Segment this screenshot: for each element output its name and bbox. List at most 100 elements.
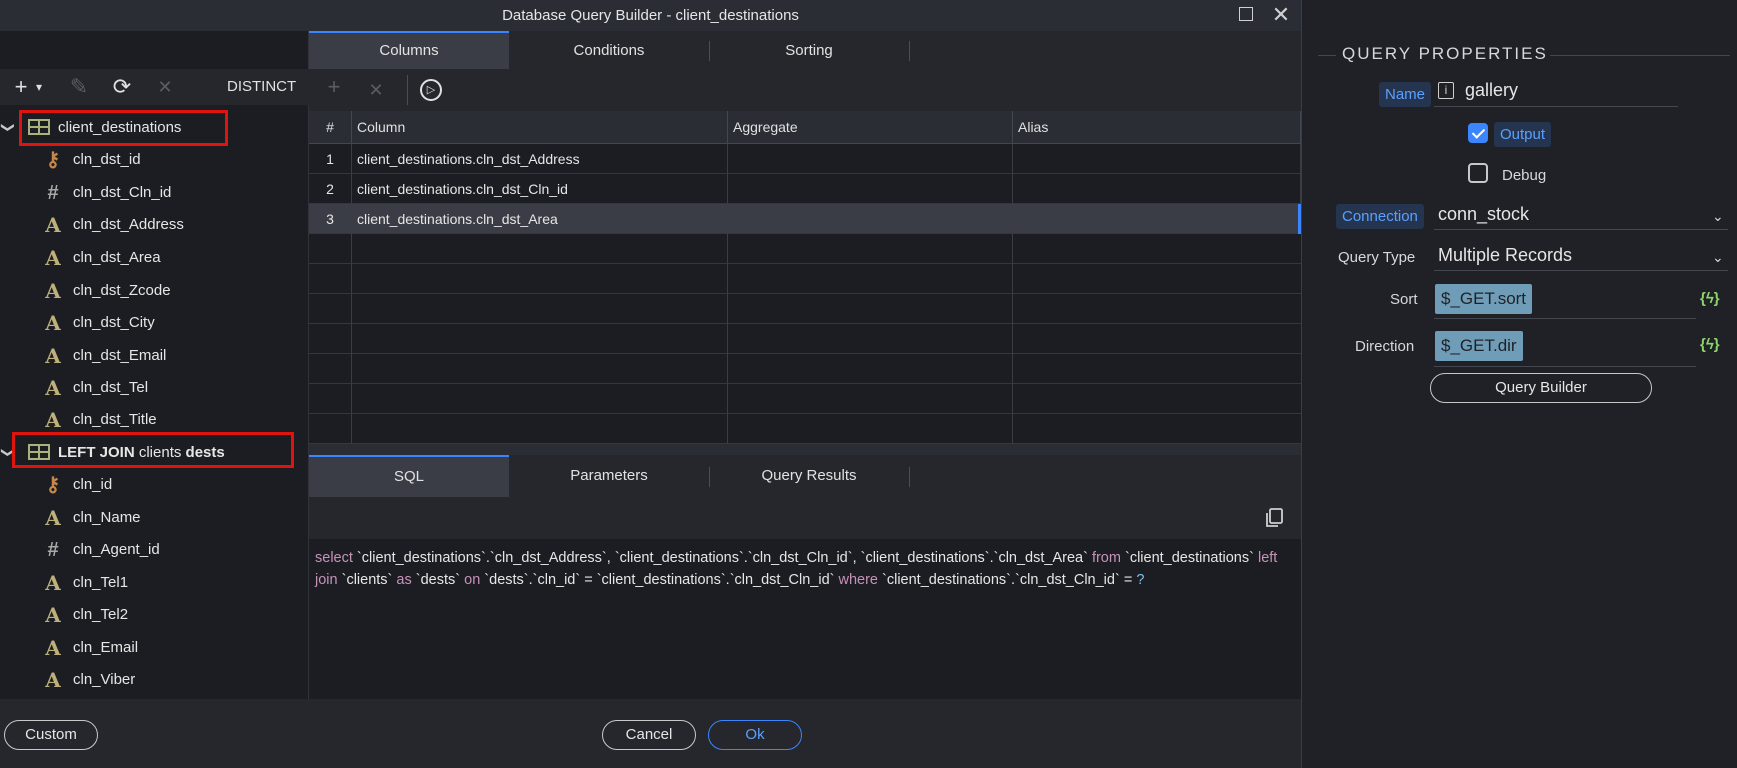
chevron-down-icon[interactable]: ⌄ (1712, 249, 1724, 266)
tab-sql[interactable]: SQL (309, 455, 509, 497)
dynamic-data-icon[interactable]: {ϟ} (1700, 290, 1720, 307)
text-icon: A (45, 246, 61, 270)
tree-field[interactable]: Acln_dst_Tel (0, 372, 309, 404)
debug-checkbox[interactable] (1468, 163, 1488, 183)
name-label: Name (1379, 82, 1432, 107)
copy-icon[interactable] (1263, 507, 1285, 529)
custom-button[interactable]: Custom (4, 720, 98, 750)
tab-query-results[interactable]: Query Results (709, 455, 909, 493)
empty-cell (352, 294, 728, 324)
tree-field[interactable]: ⚷ cln_id (0, 469, 309, 501)
empty-cell (728, 294, 1013, 324)
query-type-select[interactable]: Multiple Records (1438, 245, 1572, 266)
field-label: cln_Tel2 (73, 606, 129, 623)
table-row (309, 294, 1301, 324)
add-dropdown-icon[interactable]: ▾ (33, 69, 45, 105)
text-icon: A (45, 376, 61, 400)
tree-field[interactable]: Acln_dst_Zcode (0, 275, 309, 307)
tree-field[interactable]: # cln_dst_Cln_id (0, 177, 309, 209)
cell-alias[interactable] (1013, 174, 1301, 204)
field-label: cln_Email (73, 639, 139, 656)
highlight-box (19, 110, 228, 146)
empty-cell (728, 354, 1013, 384)
field-label: cln_dst_Address (73, 216, 184, 233)
text-icon: A (45, 636, 61, 660)
distinct-toggle[interactable]: DISTINCT (227, 69, 296, 105)
grid-header-alias[interactable]: Alias (1013, 111, 1301, 144)
field-label: cln_Tel1 (73, 574, 129, 591)
table-row[interactable]: 2 client_destinations.cln_dst_Cln_id (309, 174, 1301, 204)
columns-grid: # Column Aggregate Alias 1 client_destin… (309, 111, 1301, 455)
run-query-icon[interactable]: ▷ (420, 79, 442, 101)
info-icon[interactable]: i (1438, 82, 1454, 99)
tab-conditions[interactable]: Conditions (509, 31, 709, 69)
chevron-down-icon[interactable]: ⌄ (1712, 208, 1724, 225)
table-row[interactable]: 3 client_destinations.cln_dst_Area (309, 204, 1301, 234)
tree-field[interactable]: ⚷ cln_dst_id (0, 144, 309, 176)
key-icon: ⚷ (45, 149, 61, 171)
grid-header-aggregate[interactable]: Aggregate (728, 111, 1013, 144)
field-label: cln_Name (73, 509, 141, 526)
text-icon: A (45, 603, 61, 627)
connection-label: Connection (1336, 204, 1424, 229)
output-label[interactable]: Output (1494, 122, 1552, 147)
close-icon[interactable]: ✕ (1269, 2, 1293, 28)
tab-columns[interactable]: Columns (309, 31, 509, 69)
maximize-icon[interactable] (1239, 7, 1253, 21)
cell-aggregate[interactable] (728, 204, 1013, 234)
add-icon[interactable]: + (10, 69, 32, 105)
cell-column[interactable]: client_destinations.cln_dst_Area (352, 204, 728, 234)
remove-icon[interactable]: ✕ (153, 69, 177, 105)
field-underline (1434, 270, 1728, 271)
add-column-icon[interactable]: + (322, 69, 346, 105)
tree-field[interactable]: Acln_Tel2 (0, 599, 309, 631)
sql-keyword: select (315, 550, 353, 566)
field-underline (1434, 318, 1696, 319)
tab-sorting[interactable]: Sorting (709, 31, 909, 69)
run-glyph: ▷ (426, 84, 436, 96)
edit-icon[interactable]: ✎ (66, 69, 92, 105)
grid-header-column[interactable]: Column (352, 111, 728, 144)
tab-parameters[interactable]: Parameters (509, 455, 709, 493)
refresh-icon[interactable]: ⟳ (108, 69, 136, 105)
cell-column[interactable]: client_destinations.cln_dst_Address (352, 144, 728, 174)
name-value[interactable]: gallery (1465, 80, 1518, 101)
remove-column-icon[interactable]: ✕ (364, 69, 388, 105)
dynamic-data-icon[interactable]: {ϟ} (1700, 336, 1720, 353)
tree-field[interactable]: Acln_Email (0, 632, 309, 664)
sql-query-text[interactable]: select `client_destinations`.`cln_dst_Ad… (315, 547, 1290, 591)
section-divider (1550, 55, 1730, 56)
tree-field[interactable]: # cln_Agent_id (0, 534, 309, 566)
tree-field[interactable]: Acln_dst_Email (0, 340, 309, 372)
cell-aggregate[interactable] (728, 144, 1013, 174)
tree-field[interactable]: Acln_Name (0, 502, 309, 534)
connection-select[interactable]: conn_stock (1438, 204, 1529, 225)
cell-aggregate[interactable] (728, 174, 1013, 204)
empty-cell (309, 234, 352, 264)
debug-label[interactable]: Debug (1502, 167, 1546, 184)
cancel-button[interactable]: Cancel (602, 720, 696, 750)
table-row[interactable]: 1 client_destinations.cln_dst_Address (309, 144, 1301, 174)
row-number: 1 (309, 144, 352, 174)
sort-value[interactable]: $_GET.sort (1435, 284, 1533, 314)
tree-field[interactable]: Acln_Viber (0, 664, 309, 696)
sql-parameter: ? (1136, 572, 1145, 588)
output-checkbox[interactable] (1468, 123, 1488, 143)
tab-divider (909, 41, 910, 61)
cell-alias[interactable] (1013, 204, 1301, 234)
cell-column[interactable]: client_destinations.cln_dst_Cln_id (352, 174, 728, 204)
row-number: 3 (309, 204, 352, 234)
direction-value[interactable]: $_GET.dir (1435, 331, 1523, 361)
tree-field[interactable]: Acln_dst_City (0, 307, 309, 339)
empty-cell (309, 324, 352, 354)
tree-toolbar: + ▾ ✎ ⟳ ✕ DISTINCT (0, 69, 309, 105)
ok-button[interactable]: Ok (708, 720, 802, 750)
horizontal-scrollbar[interactable] (309, 444, 1301, 455)
empty-cell (309, 384, 352, 414)
tree-field[interactable]: Acln_dst_Area (0, 242, 309, 274)
tree-field[interactable]: Acln_dst_Address (0, 209, 309, 241)
sql-keyword: as (396, 572, 412, 588)
cell-alias[interactable] (1013, 144, 1301, 174)
tree-field[interactable]: Acln_Tel1 (0, 567, 309, 599)
query-builder-button[interactable]: Query Builder (1430, 373, 1652, 403)
